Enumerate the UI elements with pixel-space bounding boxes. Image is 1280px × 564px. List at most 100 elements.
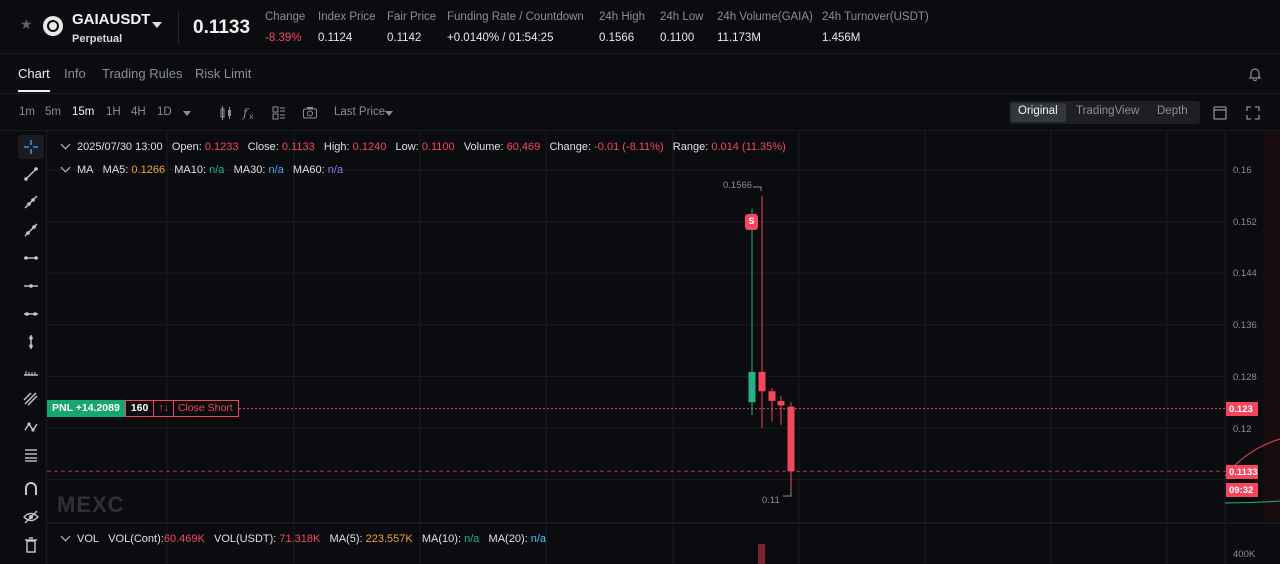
tab-info[interactable]: Info [64,66,86,81]
timeframe-1m[interactable]: 1m [19,106,35,118]
timeframe-4h[interactable]: 4H [131,106,146,118]
crosshair-icon[interactable] [22,138,40,156]
timeframe-1d[interactable]: 1D [157,106,172,118]
range-label: Range: [672,141,709,153]
ticker-bar: ★ GAIAUSDT Perpetual 0.1133 Change -8.39… [0,0,1280,54]
contract-type: Perpetual [72,33,123,45]
indicators-icon[interactable]: f x [242,105,258,121]
parallel-line-icon[interactable] [22,305,40,323]
horizontal-line-icon[interactable] [22,249,40,267]
ray-icon[interactable] [22,193,40,211]
close-label: Close: [247,141,279,153]
trend-line-icon[interactable] [22,165,40,183]
timeframe-5m[interactable]: 5m [45,106,61,118]
ohlc-legend: 2025/07/30 13:00 Open: 0.1233 Close: 0.1… [60,139,786,153]
volume-label: Volume: [463,141,504,153]
vertical-line-icon[interactable] [22,333,40,351]
low-label: Low: [395,141,419,153]
timeframe-15m[interactable]: 15m [72,106,94,118]
symbol-dropdown-chevron-icon[interactable] [152,22,162,28]
stat-value: 0.1142 [387,32,422,44]
fib-channel-icon[interactable] [22,390,40,408]
text-note-icon[interactable] [22,446,40,464]
exchange-watermark: MEXC [57,492,125,517]
tab-trading-rules[interactable]: Trading Rules [102,66,182,81]
ma60-label: MA60: [292,164,325,176]
trash-icon[interactable] [22,536,40,554]
vol-cont-value: 60.469K [163,533,205,545]
window-icon[interactable] [1212,105,1228,121]
vol-usdt-label: VOL(USDT): [213,533,277,545]
svg-text:x: x [249,112,254,121]
price-line-icon[interactable] [22,362,40,380]
vol-ma10-label: MA(10): [421,533,462,545]
current-price-tag: 0.1133 [1226,465,1258,479]
price-type-select[interactable]: Last Price [334,106,385,118]
ma5-label: MA5: [102,164,129,176]
price-chart[interactable] [47,131,1280,564]
low-value: 0.1100 [421,141,455,153]
candle-body [758,371,766,392]
stat-label: Fair Price [387,11,437,23]
reverse-position-icon[interactable]: ↑↓ [154,400,174,417]
sell-signal-badge[interactable]: S [745,214,758,230]
price-type-chevron-icon[interactable] [385,111,393,116]
vol-ma20-label: MA(20): [488,533,528,545]
volume-bar [758,544,765,564]
stat-24h-low: 24h Low 0.1100 [660,11,703,44]
position-quantity: 160 [124,400,155,417]
stat-label: Change [265,11,306,23]
open-label: Open: [171,141,202,153]
stat-label: Index Price [318,11,376,23]
change-value: -0.01 (-8.11%) [594,141,664,153]
volume-value: 60,469 [506,141,541,153]
timeframe-1h[interactable]: 1H [106,106,121,118]
ma10-label: MA10: [174,164,207,176]
favorite-star-icon[interactable]: ★ [20,17,34,31]
depth-overlay [1263,131,1280,521]
chart-tabs: Chart Info Trading Rules Risk Limit [0,54,1280,94]
stat-label: 24h High [599,11,646,23]
hide-drawings-eye-icon[interactable] [22,508,40,526]
stat-fair-price: Fair Price 0.1142 [387,11,436,44]
low-marker-label: 0.11 [762,495,780,506]
bell-icon[interactable] [1248,67,1262,81]
camera-icon[interactable] [302,105,318,121]
stat-label: 24h Turnover(USDT) [822,11,929,23]
stat-value: 1.456M [822,32,861,44]
pnl-value: PNL +14.2089 [47,400,125,417]
stat-24h-turnover: 24h Turnover(USDT) 1.456M [822,11,929,44]
more-timeframes-chevron-icon[interactable] [183,111,191,116]
high-label: High: [323,141,350,153]
tab-chart[interactable]: Chart [18,66,50,81]
volume-axis-label: 400K [1233,549,1256,560]
view-original[interactable]: Original [1018,105,1058,117]
view-depth[interactable]: Depth [1157,105,1188,117]
position-line-label[interactable]: PNL +14.2089 160 ↑↓ Close Short [47,400,239,417]
tab-risk-limit[interactable]: Risk Limit [195,66,251,81]
vol-ma5-value: 223.557K [365,533,413,545]
symbol-name[interactable]: GAIAUSDT [72,11,150,28]
ma5-value: 0.1266 [131,164,166,176]
collapse-chevron-icon[interactable] [60,162,71,173]
chart-canvas[interactable] [47,131,1280,564]
candle-type-icon[interactable] [218,105,234,121]
view-tradingview[interactable]: TradingView [1076,105,1139,117]
magnet-icon[interactable] [22,480,40,498]
extended-line-icon[interactable] [22,221,40,239]
pattern-tool-icon[interactable] [22,418,40,436]
ma-legend: MA MA5: 0.1266 MA10: n/a MA30: n/a MA60:… [60,162,343,176]
vol-ma20-value: n/a [530,533,547,545]
stat-funding-rate[interactable]: Funding Rate / Countdown +0.0140% / 01:5… [447,11,584,44]
horizontal-ray-icon[interactable] [22,277,40,295]
close-short-button[interactable]: Close Short [173,400,239,417]
vol-title: VOL [77,533,100,545]
fullscreen-icon[interactable] [1245,105,1261,121]
vol-ma5-label: MA(5): [329,533,363,545]
change-label: Change: [549,141,592,153]
layout-template-icon[interactable] [271,105,287,121]
high-marker-label: 0.1566 [723,180,753,191]
stat-value: 11.173M [717,32,761,44]
collapse-chevron-icon[interactable] [60,139,71,150]
collapse-chevron-icon[interactable] [60,531,71,542]
